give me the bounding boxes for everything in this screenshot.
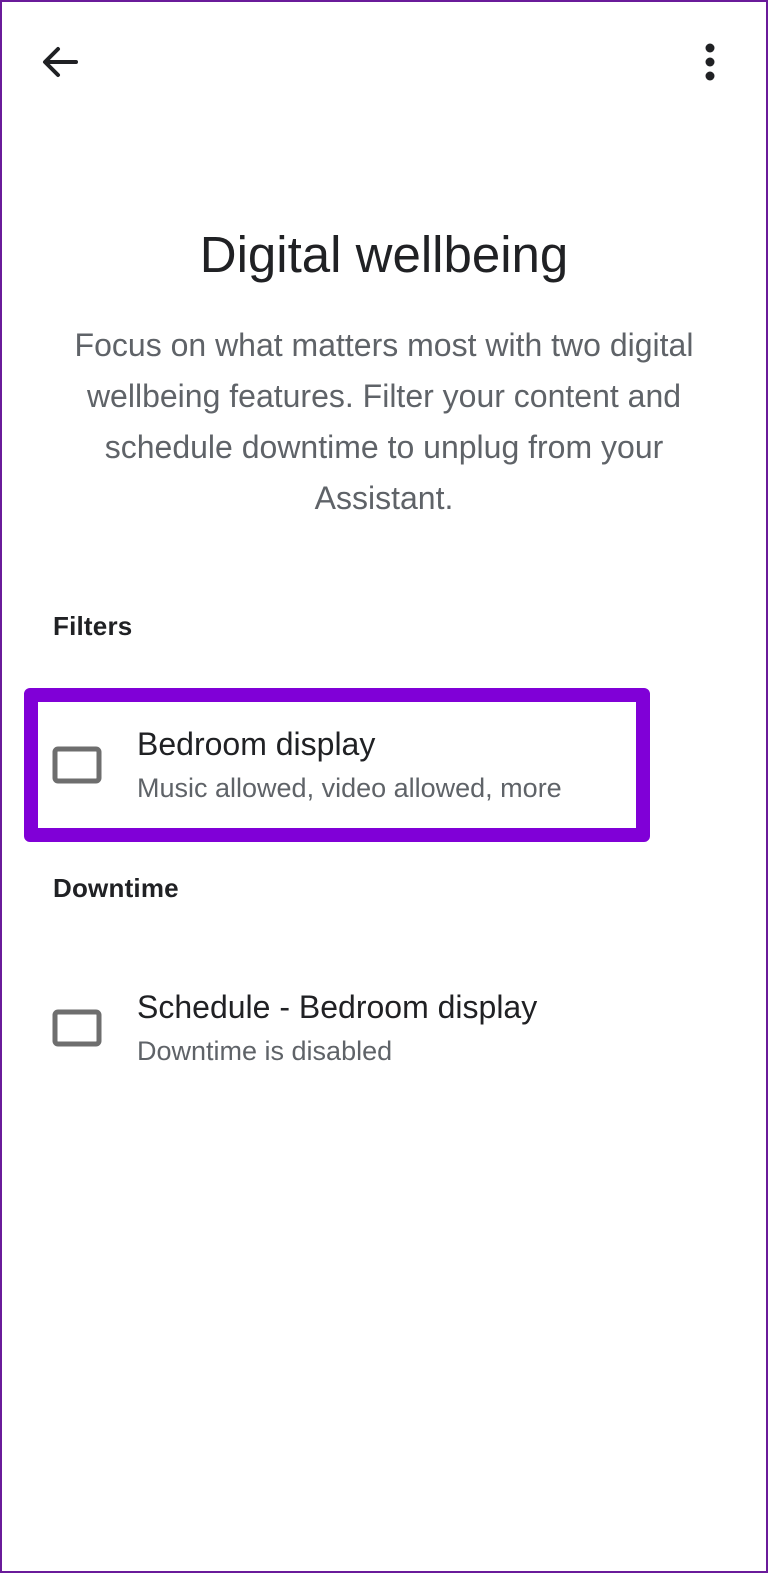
display-device-icon bbox=[52, 746, 102, 784]
filter-item-bedroom-display[interactable]: Bedroom display Music allowed, video all… bbox=[0, 708, 768, 818]
page-title: Digital wellbeing bbox=[199, 226, 569, 283]
downtime-item-subtitle: Downtime is disabled bbox=[137, 1036, 393, 1066]
display-device-icon bbox=[52, 1009, 102, 1047]
more-options-button[interactable] bbox=[688, 36, 732, 88]
downtime-item-schedule-bedroom-display[interactable]: Schedule - Bedroom display Downtime is d… bbox=[0, 971, 768, 1081]
filters-section-header: Filters bbox=[53, 611, 133, 641]
back-button[interactable] bbox=[30, 38, 90, 86]
arrow-back-icon bbox=[43, 47, 78, 77]
more-vert-icon bbox=[705, 43, 715, 81]
filter-item-subtitle: Music allowed, video allowed, more bbox=[137, 773, 562, 803]
top-app-bar bbox=[0, 0, 768, 120]
downtime-item-title: Schedule - Bedroom display bbox=[137, 989, 538, 1025]
filter-item-title: Bedroom display bbox=[137, 726, 376, 762]
page-description: Focus on what matters most with two digi… bbox=[74, 327, 694, 516]
downtime-section-header: Downtime bbox=[53, 873, 179, 903]
